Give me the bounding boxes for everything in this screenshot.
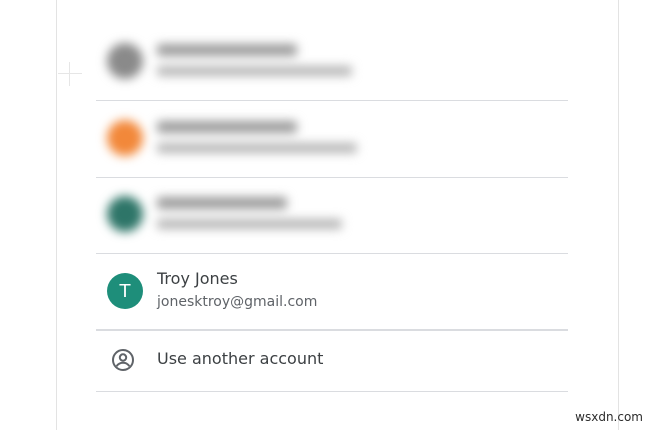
blurred-email (157, 66, 352, 76)
use-another-account-button[interactable]: Use another account (96, 329, 568, 392)
account-row-blurred-1[interactable] (96, 24, 568, 101)
avatar (107, 196, 143, 232)
blurred-email (157, 219, 342, 229)
account-name: Troy Jones (157, 269, 238, 288)
avatar: T (107, 273, 143, 309)
watermark: wsxdn.com (575, 410, 643, 424)
account-circle-icon (112, 349, 134, 371)
avatar (107, 43, 143, 79)
account-row-blurred-3[interactable] (96, 177, 568, 254)
account-email: jonesktroy@gmail.com (157, 294, 318, 310)
blurred-name (157, 121, 297, 133)
account-chooser-page: T Troy Jones jonesktroy@gmail.com Use an… (0, 0, 653, 430)
account-row-troy-jones[interactable]: T Troy Jones jonesktroy@gmail.com (96, 254, 568, 331)
faint-plus-mark (58, 62, 82, 86)
avatar (107, 120, 143, 156)
blurred-email (157, 143, 357, 153)
use-another-account-label: Use another account (157, 349, 324, 368)
account-row-blurred-2[interactable] (96, 101, 568, 178)
avatar-letter: T (119, 280, 131, 302)
blurred-name (157, 44, 297, 56)
blurred-name (157, 197, 287, 209)
